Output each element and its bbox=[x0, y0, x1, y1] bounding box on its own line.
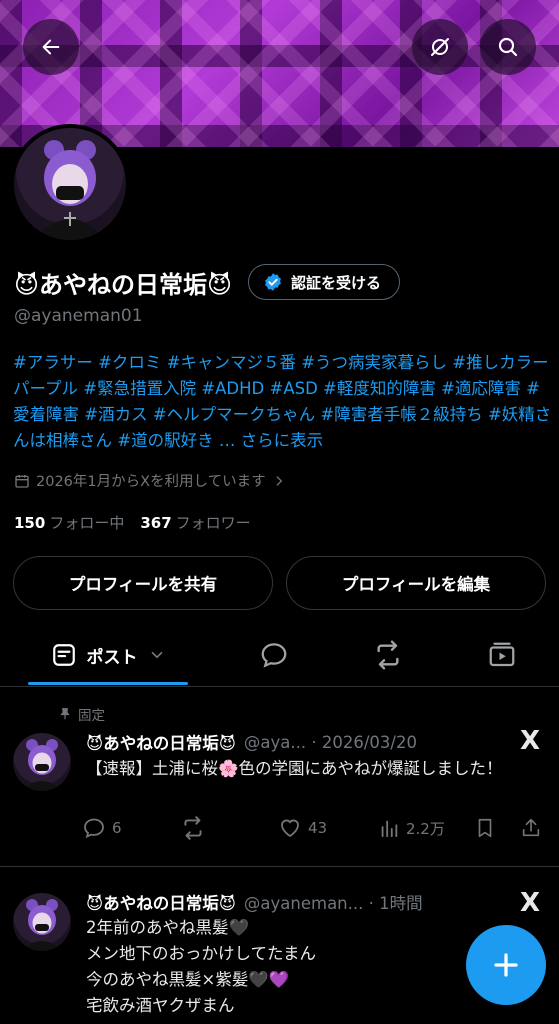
pinned-label: 固定 bbox=[78, 708, 105, 724]
get-verified-button[interactable]: 認証を受ける bbox=[248, 264, 401, 300]
tab-posts-label: ポスト bbox=[86, 647, 138, 668]
followers-count: 367 bbox=[140, 514, 172, 532]
verified-badge-icon bbox=[265, 273, 281, 291]
profile-avatar[interactable] bbox=[10, 124, 130, 244]
following-count: 150 bbox=[14, 514, 46, 532]
post-author-name[interactable]: 😈あやねの日常垢😈 bbox=[86, 730, 236, 754]
repost-button[interactable] bbox=[180, 814, 206, 842]
share-button[interactable] bbox=[520, 814, 542, 842]
joined-text: 2026年1月からXを利用しています bbox=[36, 474, 266, 490]
plus-icon bbox=[494, 953, 518, 977]
search-button[interactable] bbox=[480, 19, 536, 75]
post-actions: 6 43 2.2万 bbox=[82, 814, 548, 842]
post-header: 😈あやねの日常垢😈 @ayaneman... · 1時間 bbox=[86, 890, 423, 914]
like-icon bbox=[281, 819, 299, 838]
post-text[interactable]: 【速報】土浦に桜🌸色の学園にあやねが爆誕しました！ bbox=[86, 756, 551, 782]
following-label: フォロー中 bbox=[49, 514, 125, 532]
views-count: 2.2万 bbox=[406, 819, 445, 838]
x-logo-icon[interactable]: X bbox=[520, 888, 540, 918]
edit-profile-label: プロフィールを編集 bbox=[341, 575, 491, 594]
tab-reposts[interactable] bbox=[358, 628, 418, 682]
tab-media[interactable] bbox=[472, 628, 532, 682]
like-button[interactable]: 43 bbox=[278, 814, 327, 842]
compose-post-button[interactable] bbox=[466, 925, 546, 1005]
joined-date[interactable]: 2026年1月からXを利用しています bbox=[14, 470, 286, 491]
views-icon bbox=[381, 820, 398, 838]
bio-show-more-link[interactable]: さらに表示 bbox=[241, 431, 324, 450]
edit-profile-button[interactable]: プロフィールを編集 bbox=[286, 556, 546, 610]
post-avatar[interactable] bbox=[13, 893, 71, 951]
avatar-illustration bbox=[21, 899, 63, 951]
tab-replies[interactable] bbox=[244, 628, 304, 682]
post-header: 😈あやねの日常垢😈 @aya... · 2026/03/20 bbox=[86, 730, 417, 754]
get-verified-label: 認証を受ける bbox=[291, 273, 382, 292]
back-button[interactable] bbox=[23, 19, 79, 75]
pinned-indicator: 固定 bbox=[58, 704, 105, 724]
search-icon bbox=[498, 37, 518, 57]
replies-icon bbox=[261, 643, 287, 668]
bookmark-button[interactable] bbox=[474, 814, 496, 842]
posts-icon bbox=[52, 644, 75, 666]
post-meta[interactable]: @ayaneman... · 1時間 bbox=[244, 890, 423, 914]
tabs-divider bbox=[0, 686, 559, 687]
reply-icon bbox=[84, 818, 104, 839]
profile-handle: @ayaneman01 bbox=[14, 306, 143, 326]
no-sync-button[interactable] bbox=[412, 19, 468, 75]
profile-tabs: ポスト bbox=[0, 628, 559, 686]
post-divider bbox=[0, 866, 559, 867]
display-name: 😈あやねの日常垢😈 bbox=[14, 270, 233, 299]
following-link[interactable]: 150 フォロー中 bbox=[14, 512, 124, 533]
share-profile-button[interactable]: プロフィールを共有 bbox=[13, 556, 273, 610]
reply-count: 6 bbox=[112, 819, 122, 837]
calendar-icon bbox=[15, 474, 29, 488]
share-profile-label: プロフィールを共有 bbox=[68, 575, 218, 594]
like-count: 43 bbox=[308, 819, 328, 837]
reply-button[interactable]: 6 bbox=[82, 814, 122, 842]
retweet-icon bbox=[377, 640, 399, 670]
avatar-illustration bbox=[21, 739, 63, 791]
avatar-illustration bbox=[34, 140, 106, 240]
tab-posts[interactable]: ポスト bbox=[28, 628, 188, 682]
followers-link[interactable]: 367 フォロワー bbox=[140, 512, 250, 533]
chevron-right-icon bbox=[276, 475, 282, 486]
followers-label: フォロワー bbox=[175, 514, 251, 532]
share-icon bbox=[522, 818, 540, 837]
no-sync-icon bbox=[431, 38, 449, 56]
pin-icon bbox=[60, 708, 70, 720]
bookmark-icon bbox=[478, 818, 492, 838]
active-tab-indicator bbox=[28, 682, 188, 685]
back-arrow-icon bbox=[42, 39, 60, 55]
post-meta[interactable]: @aya... · 2026/03/20 bbox=[244, 733, 417, 752]
chevron-down-icon[interactable] bbox=[148, 646, 166, 664]
x-logo-icon[interactable]: X bbox=[520, 726, 540, 756]
post-author-name[interactable]: 😈あやねの日常垢😈 bbox=[86, 890, 236, 914]
views-button[interactable]: 2.2万 bbox=[378, 814, 445, 842]
post-avatar[interactable] bbox=[13, 733, 71, 791]
profile-bio[interactable]: #アラサー #クロミ #キャンマジ５番 #うつ病実家暮らし #推しカラーパープル… bbox=[13, 350, 553, 454]
retweet-icon bbox=[184, 816, 202, 840]
media-icon bbox=[489, 642, 515, 667]
